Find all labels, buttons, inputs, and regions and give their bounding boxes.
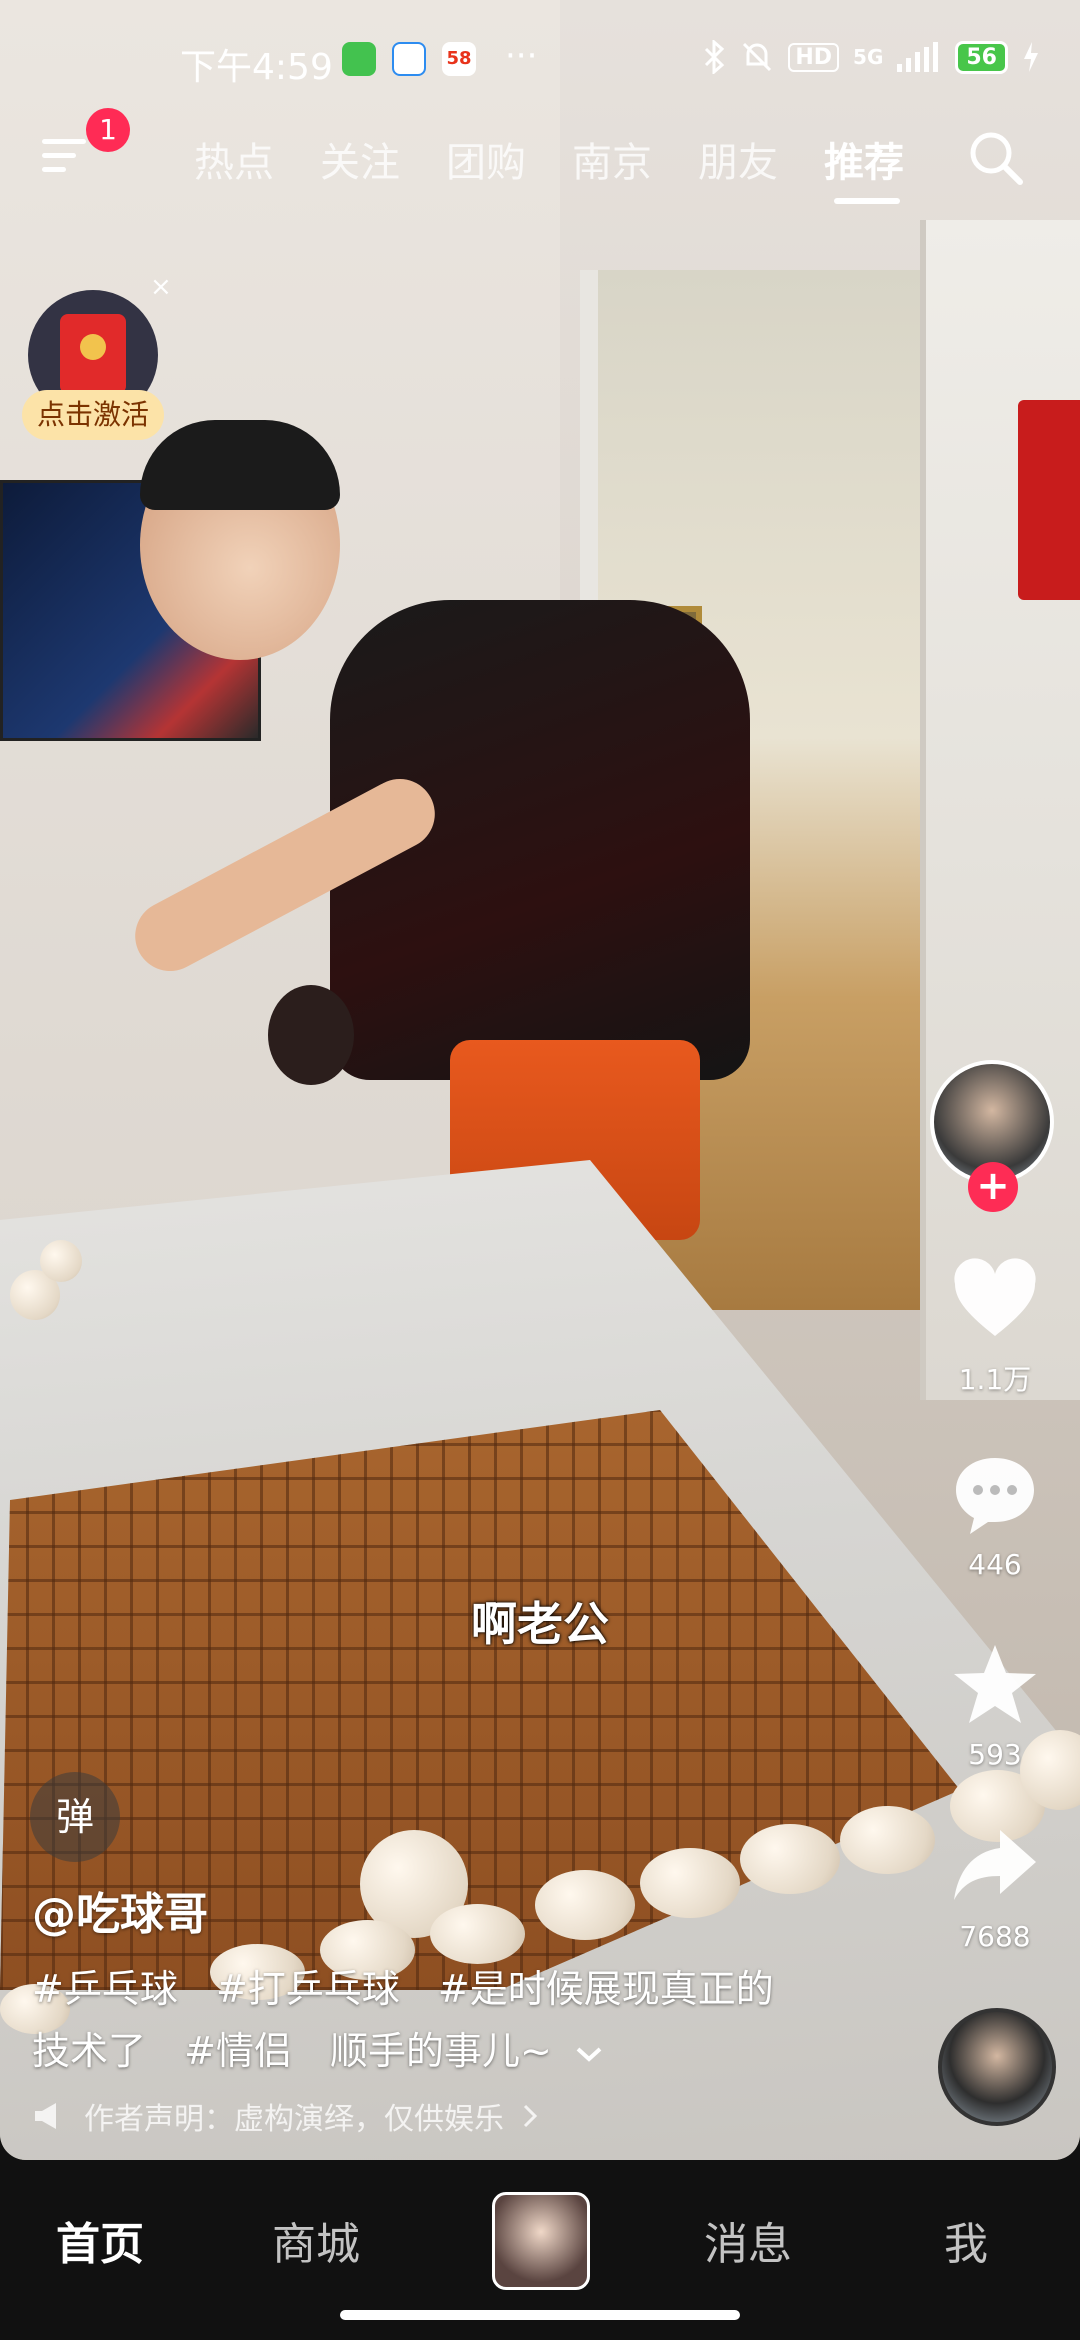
nav-me[interactable]: 我 [944,2208,988,2272]
comment-count: 446 [968,1548,1022,1581]
video-scene-ball [40,1240,82,1282]
status-more-icon: ··· [505,36,538,76]
status-right-icons: HD 5G 56 [702,40,1040,74]
tab-nanjing[interactable]: 南京 [572,130,652,188]
nav-home[interactable]: 首页 [56,2208,144,2272]
video-scene-ball [430,1904,525,1964]
nav-create-avatar[interactable] [492,2192,590,2290]
danmu-toggle-button[interactable]: 弹 [30,1772,120,1862]
share-arrow-icon[interactable] [950,1820,1040,1910]
video-scene-fu-decoration [1018,400,1080,600]
hashtag[interactable]: #情侣 [184,2029,292,2073]
video-subtitle: 啊老公 [471,1597,609,1651]
hashtag[interactable]: #打乒乓球 [216,1967,400,2011]
video-description-line2: 技术了 #情侣 顺手的事儿~ [32,2020,604,2075]
favorite-count: 593 [968,1738,1022,1771]
nav-messages[interactable]: 消息 [704,2208,792,2272]
red-packet-icon [60,314,126,394]
bell-muted-icon [743,42,772,72]
hashtag[interactable]: #是时候展现真正的 [438,1967,774,2011]
search-icon[interactable] [966,128,1026,188]
tab-recommend[interactable]: 推荐 [824,130,904,188]
tab-group-buy[interactable]: 团购 [446,130,526,188]
nav-mall[interactable]: 商城 [272,2208,360,2272]
video-description-line1: #乒乓球 #打乒乓球 #是时候展现真正的 [32,1958,800,2013]
battery-icon: 56 [955,40,1008,74]
home-indicator[interactable] [340,2310,740,2320]
tab-hotspot[interactable]: 热点 [194,130,274,188]
video-scene-door [920,220,1080,1400]
bluetooth-icon [705,40,725,74]
chevron-right-icon [523,2104,538,2128]
music-disc-icon[interactable] [938,2008,1056,2126]
active-tab-indicator [834,198,900,204]
video-scene-ball [740,1824,840,1894]
network-label: 5G [853,45,884,69]
notification-badge: 1 [86,108,130,152]
chevron-down-icon[interactable] [574,2044,604,2064]
share-count: 7688 [959,1920,1031,1953]
wechat-icon [342,42,376,76]
description-text: 顺手的事儿~ [330,2029,552,2073]
charging-icon [1024,42,1038,72]
tab-following[interactable]: 关注 [320,130,400,188]
video-scene-ball [535,1870,635,1940]
video-player[interactable] [0,0,1080,2160]
red-packet-close-button[interactable]: × [150,272,172,302]
like-heart-icon[interactable] [950,1256,1040,1346]
hashtag[interactable]: #乒乓球 [32,1967,178,2011]
like-count: 1.1万 [958,1363,1032,1396]
follow-button[interactable]: + [968,1162,1018,1212]
hashtag[interactable]: 技术了 [32,2029,146,2073]
58-app-icon: 58 [442,42,476,76]
megaphone-icon [35,2103,56,2129]
author-disclaimer[interactable]: 作者声明：虚构演绎，仅供娱乐 [32,2094,538,2138]
comment-icon[interactable] [950,1450,1040,1540]
author-name[interactable]: @吃球哥 [32,1878,208,1942]
status-bar: 下午4:59 58 ··· HD 5G 56 [0,0,1080,120]
signal-icon [897,42,939,72]
menu-icon[interactable] [42,135,90,175]
video-scene-ball [840,1806,935,1874]
hd-badge: HD [788,42,840,72]
video-scene-paddle [268,985,354,1085]
app-icon [392,42,426,76]
disclaimer-text: 作者声明：虚构演绎，仅供娱乐 [84,2102,504,2137]
red-packet-label[interactable]: 点击激活 [22,390,164,440]
tab-friends[interactable]: 朋友 [698,130,778,188]
status-time: 下午4:59 [180,47,333,88]
video-scene-ball [640,1848,740,1918]
